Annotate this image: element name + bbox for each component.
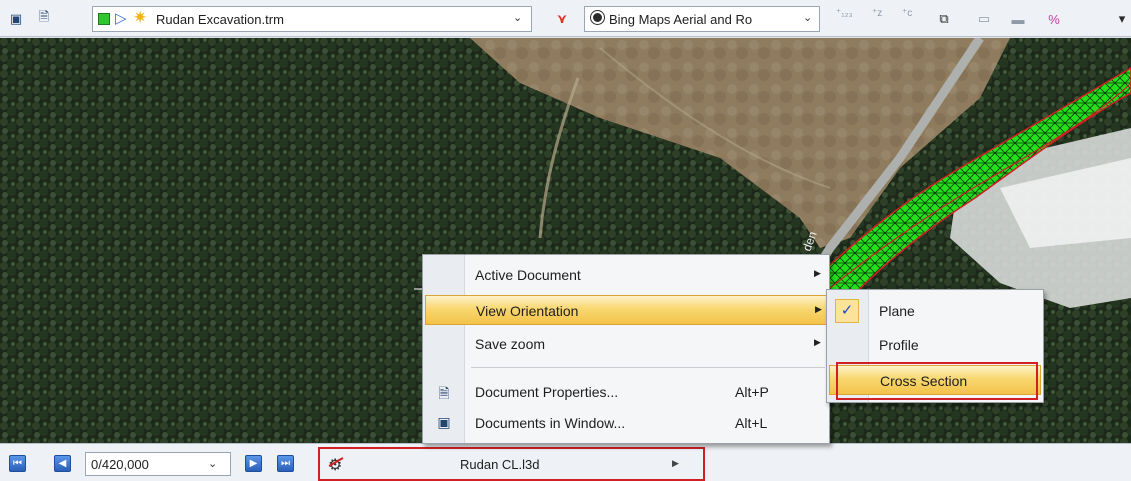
menu-item-document-properties[interactable]: 🗎 Document Properties... Alt+P [425, 377, 827, 407]
sun-icon: ✷ [133, 8, 148, 27]
menu-item-view-orientation[interactable]: View Orientation ▶ [425, 295, 827, 325]
window-single-icon[interactable]: ▬ [1008, 9, 1028, 29]
alignment-selector[interactable]: ⚙ Rudan CL.l3d ▶ [318, 447, 705, 481]
document-properties-icon[interactable]: 🗎 [34, 9, 54, 29]
alignment-name: Rudan CL.l3d [460, 457, 540, 472]
chevron-down-icon[interactable]: ⌄ [803, 11, 812, 24]
map-source-name: Bing Maps Aerial and Ro [609, 12, 753, 27]
menu-item-documents-in-window[interactable]: ▣ Documents in Window... Alt+L [425, 408, 827, 438]
toolbar-divider [60, 9, 64, 29]
menu-item-label: Save zoom [475, 336, 546, 352]
first-station-button[interactable]: ⏮ [9, 455, 26, 472]
add-elevation-icon[interactable]: ⁺z [872, 8, 882, 19]
station-value: 0/420,000 [91, 457, 149, 472]
document-properties-icon: 🗎 [438, 385, 450, 401]
submenu-arrow-icon: ▶ [672, 458, 679, 468]
triangle-icon: ▷ [115, 10, 127, 27]
submenu-arrow-icon: ▶ [815, 304, 822, 314]
menu-item-save-zoom[interactable]: Save zoom ▶ [425, 329, 827, 359]
green-square-icon [98, 13, 110, 25]
submenu-item-label: Profile [879, 337, 919, 353]
add-contour-icon[interactable]: ⁺c [902, 8, 912, 19]
last-station-button[interactable]: ⏭ [277, 455, 294, 472]
globe-icon [591, 11, 604, 24]
checkmark-icon: ✓ [835, 299, 859, 323]
menu-item-label: View Orientation [476, 303, 579, 319]
submenu-item-cross-section[interactable]: Cross Section [829, 365, 1041, 395]
alignment-tool-icon[interactable]: ⋎ [552, 9, 572, 29]
menu-item-shortcut: Alt+L [735, 415, 768, 431]
submenu-item-plane[interactable]: ✓ Plane [829, 296, 1041, 326]
menu-item-label: Documents in Window... [475, 415, 626, 431]
station-combobox[interactable]: 0/420,000 ⌄ [85, 452, 231, 476]
window-layout-icon[interactable]: ⧉ [934, 9, 954, 29]
documents-in-window-icon[interactable]: ▣ [6, 9, 26, 29]
context-menu: Active Document ▶ View Orientation ▶ Sav… [422, 254, 830, 444]
map-source-selector[interactable]: Bing Maps Aerial and Ro ⌄ [584, 6, 820, 32]
menu-item-shortcut: Alt+P [735, 384, 769, 400]
previous-station-button[interactable]: ◀ [54, 455, 71, 472]
chevron-down-icon[interactable]: ⌄ [513, 11, 522, 24]
menu-item-label: Active Document [475, 267, 581, 283]
window-split-icon[interactable]: ▭ [974, 9, 994, 29]
menu-separator [471, 367, 825, 368]
overflow-icon[interactable]: ▾ [1112, 9, 1131, 29]
submenu-arrow-icon: ▶ [814, 268, 821, 278]
menu-item-label: Document Properties... [475, 384, 619, 400]
measure-icon[interactable]: % [1044, 9, 1064, 29]
add-point-icon[interactable]: ⁺₁₂₃ [836, 8, 853, 19]
bottom-toolbar: ⏮ ◀ 0/420,000 ⌄ ▶ ⏭ ⚙ Rudan CL.l3d ▶ [0, 443, 1131, 481]
submenu-arrow-icon: ▶ [814, 337, 821, 347]
view-orientation-submenu: ✓ Plane Profile Cross Section [826, 289, 1044, 403]
documents-in-window-icon: ▣ [437, 414, 451, 430]
menu-item-active-document[interactable]: Active Document ▶ [425, 260, 827, 290]
next-station-button[interactable]: ▶ [245, 455, 262, 472]
document-selector[interactable]: ▷ ✷ Rudan Excavation.trm ⌄ [92, 6, 532, 32]
chevron-down-icon[interactable]: ⌄ [208, 457, 217, 470]
submenu-item-label: Cross Section [880, 373, 968, 389]
submenu-item-label: Plane [879, 303, 915, 319]
submenu-item-profile[interactable]: Profile [829, 330, 1041, 360]
document-name: Rudan Excavation.trm [156, 12, 284, 27]
top-toolbar: ▣ 🗎 ▷ ✷ Rudan Excavation.trm ⌄ ⋎ Bing Ma… [0, 0, 1131, 37]
